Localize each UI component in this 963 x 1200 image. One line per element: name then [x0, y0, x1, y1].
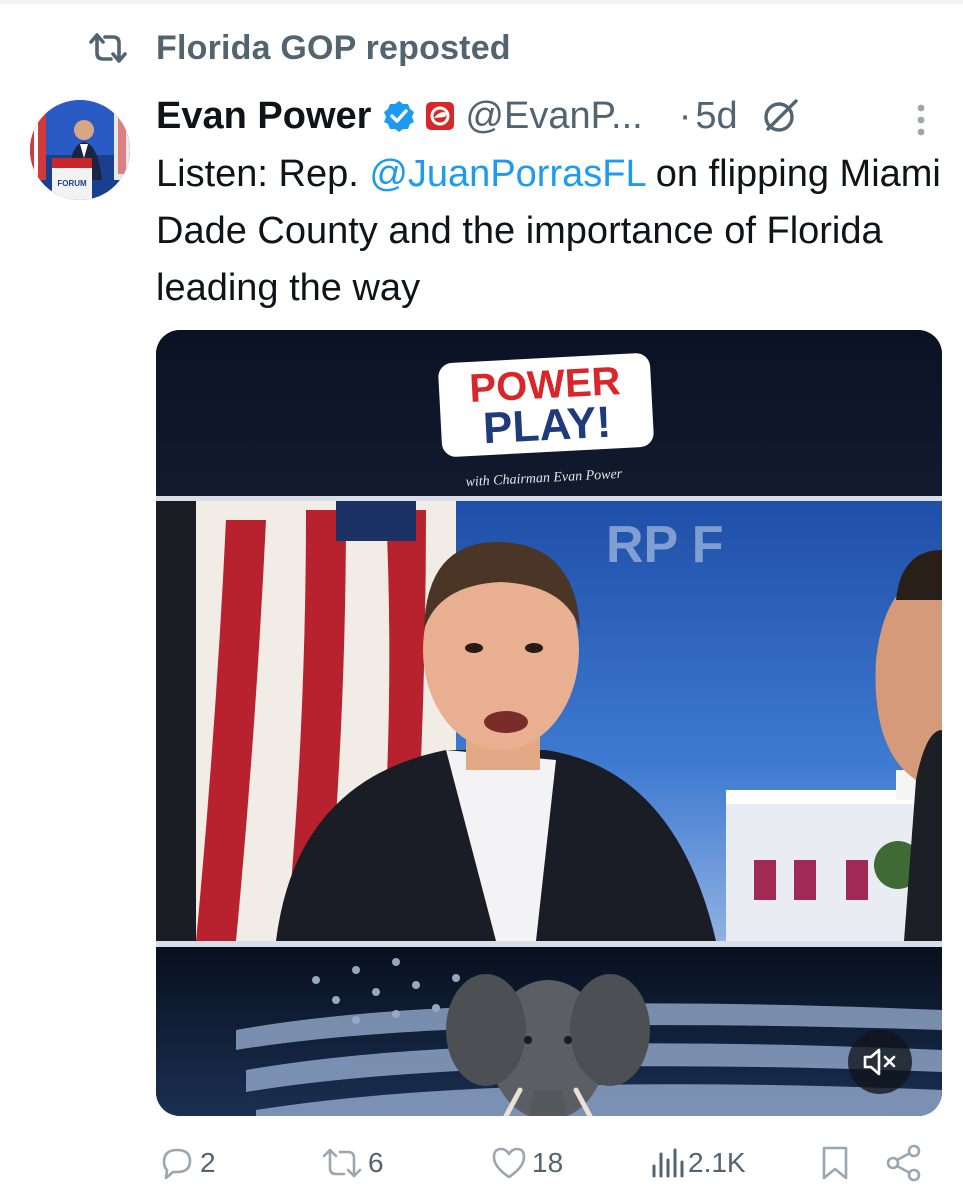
avatar-podium-text: FORUM: [57, 179, 87, 188]
reply-count: 2: [200, 1147, 216, 1178]
tweet-header: Evan Power @EvanP... · 5d: [156, 92, 800, 140]
view-count: 2.1K: [688, 1147, 746, 1178]
top-divider: [0, 0, 963, 4]
like-button[interactable]: 18: [490, 1138, 563, 1188]
bookmark-icon: [818, 1144, 852, 1182]
reply-icon: [158, 1144, 196, 1182]
video-player[interactable]: POWER PLAY! with Chairman Evan Power RP …: [156, 330, 942, 1116]
verified-badge-icon[interactable]: [383, 100, 415, 132]
repost-indicator[interactable]: Florida GOP reposted: [88, 28, 511, 68]
repost-action-icon: [320, 1146, 364, 1180]
share-icon: [884, 1143, 924, 1183]
grok-icon[interactable]: [760, 96, 800, 136]
logo-line-2: PLAY!: [482, 398, 612, 454]
separator-dot: ·: [678, 94, 692, 137]
heart-icon: [490, 1145, 528, 1181]
share-button[interactable]: [884, 1138, 924, 1188]
affiliate-badge-icon[interactable]: [425, 101, 455, 131]
tweet-text: Listen: Rep. @JuanPorrasFL on flipping M…: [156, 146, 946, 317]
more-options-icon[interactable]: [908, 100, 934, 140]
repost-count: 6: [368, 1147, 384, 1178]
author-name[interactable]: Evan Power: [156, 95, 371, 138]
repost-button[interactable]: 6: [320, 1138, 384, 1188]
avatar[interactable]: FORUM: [30, 100, 130, 200]
reply-button[interactable]: 2: [158, 1138, 216, 1188]
tweet-text-start: Listen: Rep.: [156, 153, 370, 195]
mention-link[interactable]: @JuanPorrasFL: [369, 153, 645, 195]
views-button[interactable]: 2.1K: [650, 1138, 746, 1188]
backdrop-logo-text: RP F: [606, 516, 724, 574]
timestamp[interactable]: 5d: [695, 95, 737, 138]
repost-label: Florida GOP reposted: [156, 28, 511, 67]
volume-muted-icon[interactable]: [848, 1030, 912, 1094]
like-count: 18: [532, 1147, 564, 1178]
author-handle[interactable]: @EvanP...: [465, 95, 642, 138]
action-bar: 2 6 18 2.1K: [0, 1138, 963, 1188]
bookmark-button[interactable]: [818, 1138, 852, 1188]
repost-icon: [88, 28, 132, 68]
analytics-icon: [650, 1146, 684, 1180]
